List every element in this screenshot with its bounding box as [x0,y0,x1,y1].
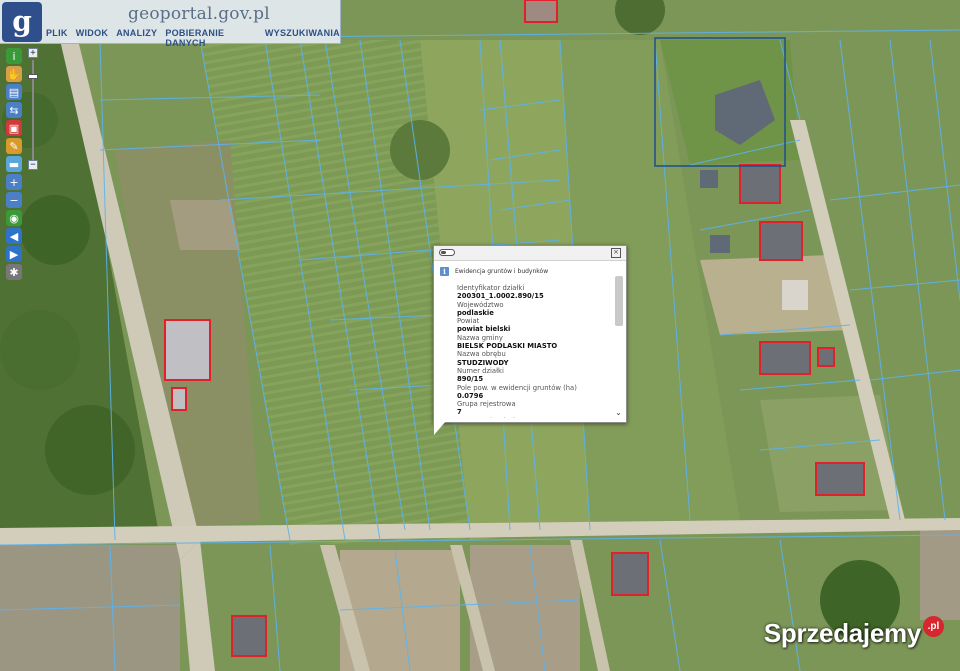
popup-pointer [434,421,446,435]
menu-widok[interactable]: WIDOK [76,28,109,48]
scroll-thumb[interactable] [615,276,623,326]
settings-icon[interactable]: ✱ [6,264,22,280]
zoom-in-icon[interactable]: + [6,174,22,190]
menu-analizy[interactable]: ANALIZY [116,28,157,48]
attribute-label: Identyfikator działki [457,284,525,292]
site-title: geoportal.gov.pl [128,4,270,24]
attribute-value: 7 [457,408,462,417]
watermark-text: Sprzedajemy [763,618,921,648]
zoom-thumb[interactable] [28,74,38,79]
main-menu: PLIK WIDOK ANALIZY POBIERANIE DANYCH WYS… [46,28,340,48]
zoom-out-icon[interactable]: − [6,192,22,208]
close-icon[interactable]: × [611,248,621,258]
attribute-value: 890/15 [457,375,484,384]
attribute-value: 200301_1.0002.890/15 [457,292,544,301]
hand-pan-icon[interactable]: ✋ [6,66,22,82]
menu-pobieranie-danych[interactable]: POBIERANIE DANYCH [165,28,257,48]
arrow-back-icon[interactable]: ◀ [6,228,22,244]
popup-header: i Ewidencja gruntów i budynków [434,261,626,280]
attribute-value: podlaskie [457,308,494,317]
menu-wyszukiwania[interactable]: WYSZUKIWANIA [265,28,340,48]
popup-titlebar: × [434,246,626,261]
attribute-value: 0.0796 [457,391,484,400]
attribute-label: Nazwa gminy [457,333,503,342]
attribute-label: Powiat [457,317,480,326]
info-icon[interactable]: i [6,48,22,64]
attribute-label: Nazwa obrębu [457,350,506,359]
attribute-value: powiat bielski [457,325,511,334]
arrow-forward-icon[interactable]: ▶ [6,246,22,262]
attribute-value: BIELSK PODLASKI MIASTO [457,342,558,351]
geoportal-logo[interactable]: g [2,2,42,42]
attribute-label: Pole pow. w ewidencji gruntów (ha) [457,383,577,392]
popup-attributes: Identyfikator działki 200301_1.0002.890/1… [457,284,609,418]
attribute-value: STUDZIWODY [457,358,509,367]
pencil-icon[interactable]: ✎ [6,138,22,154]
menu-plik[interactable]: PLIK [46,28,68,48]
attribute-label: Oznaczenie użytku [457,417,609,418]
popup-toggle-icon[interactable] [439,249,455,256]
chevron-down-icon[interactable]: ⌄ [614,408,623,417]
parcel-info-popup: × i Ewidencja gruntów i budynków Identyf… [433,245,627,435]
app-header: g geoportal.gov.pl PLIK WIDOK ANALIZY PO… [0,0,341,48]
zoom-in-button[interactable]: + [28,48,38,58]
ruler-icon[interactable]: ▬ [6,156,22,172]
rectangle-select-icon[interactable]: ▣ [6,120,22,136]
popup-title: Ewidencja gruntów i budynków [455,268,549,275]
popup-scrollbar[interactable]: ⌄ [614,276,623,420]
info-icon: i [440,267,449,276]
zoom-out-button[interactable]: − [28,160,38,170]
attribute-label: Numer działki [457,366,504,375]
attribute-label: Grupa rejestrowa [457,400,516,409]
globe-icon[interactable]: ◉ [6,210,22,226]
watermark-badge: .pl [923,616,944,637]
select-icon[interactable]: ⇆ [6,102,22,118]
attribute-label: Województwo [457,300,504,309]
watermark: Sprzedajemy .pl [763,616,944,649]
document-icon[interactable]: ▤ [6,84,22,100]
map-toolbar: i ✋ ▤ ⇆ ▣ ✎ ▬ + − ◉ ◀ ▶ ✱ [4,48,24,282]
zoom-slider[interactable]: + − [28,48,38,172]
